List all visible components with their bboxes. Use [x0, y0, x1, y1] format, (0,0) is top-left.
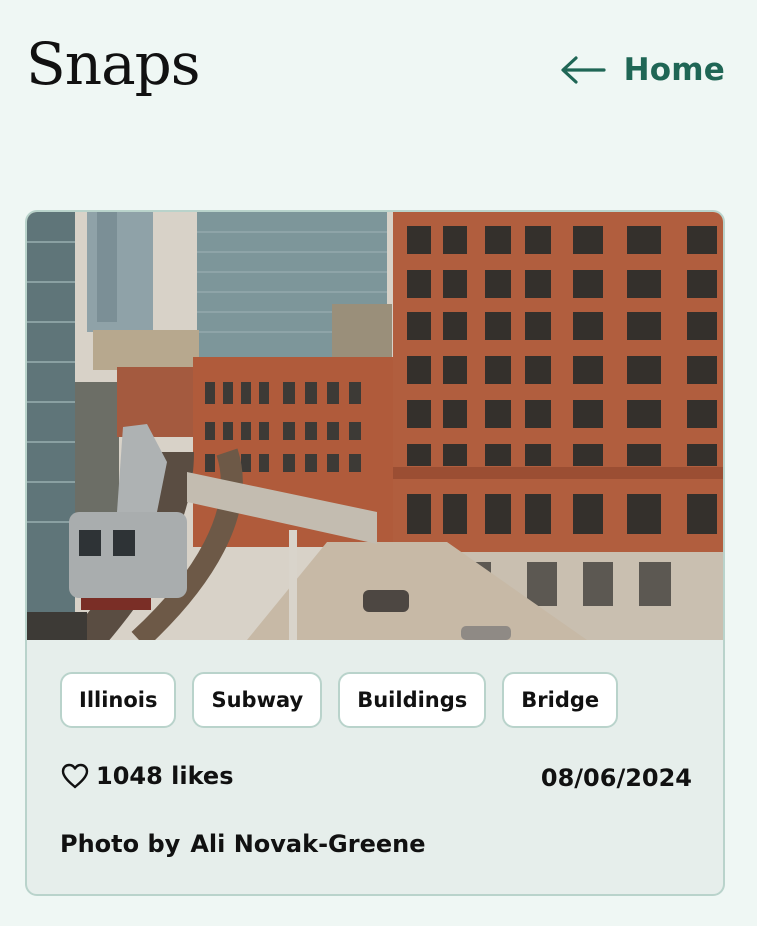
- snap-meta: 1048 likes 08/06/2024: [60, 762, 692, 798]
- credit-prefix: Photo by: [60, 830, 181, 858]
- tag-bridge[interactable]: Bridge: [502, 672, 619, 728]
- snap-photo[interactable]: [27, 212, 723, 640]
- tag-illinois[interactable]: Illinois: [60, 672, 177, 728]
- home-link-label: Home: [623, 52, 725, 88]
- tag-buildings[interactable]: Buildings: [338, 672, 487, 728]
- tag-list: Illinois Subway Buildings Bridge: [60, 672, 619, 728]
- header: Snaps Home: [0, 0, 757, 140]
- snap-card: Illinois Subway Buildings Bridge 1048 li…: [25, 210, 725, 896]
- like-button[interactable]: 1048 likes: [60, 762, 233, 790]
- tag-subway[interactable]: Subway: [192, 672, 323, 728]
- arrow-left-icon: [560, 55, 606, 85]
- page-title: Snaps: [26, 30, 201, 98]
- home-link[interactable]: Home: [560, 52, 725, 88]
- author-name[interactable]: Ali Novak-Greene: [190, 830, 425, 858]
- photo-credit: Photo by Ali Novak-Greene: [60, 830, 425, 858]
- heart-outline-icon: [60, 762, 90, 790]
- post-date: 08/06/2024: [540, 764, 692, 792]
- likes-count: 1048 likes: [96, 762, 234, 790]
